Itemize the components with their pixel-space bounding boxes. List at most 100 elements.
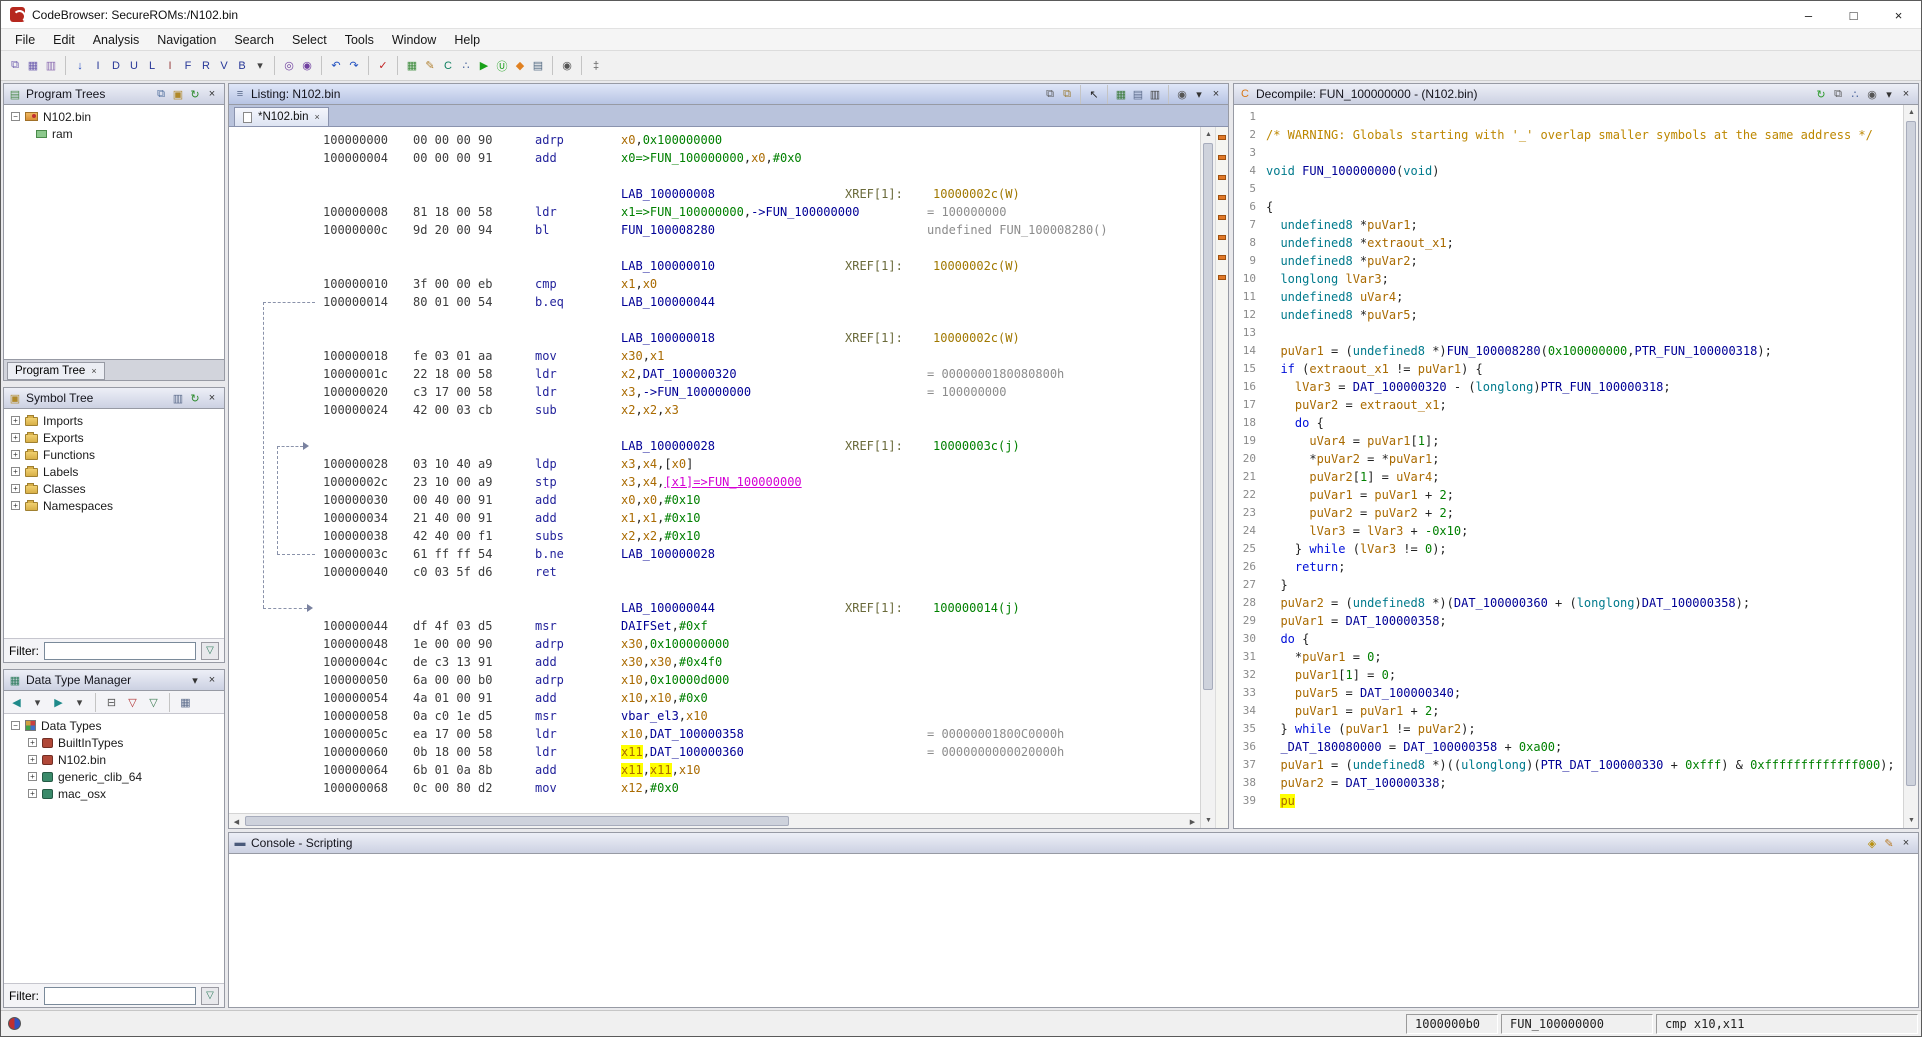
- close-icon[interactable]: ×: [91, 366, 96, 376]
- menu-tools[interactable]: Tools: [336, 30, 383, 50]
- filter-disabled-icon[interactable]: ▽: [123, 693, 142, 712]
- label-icon[interactable]: L: [144, 58, 160, 74]
- undo-icon[interactable]: ↶: [328, 58, 344, 74]
- dtm-item-generic_clib_64[interactable]: +generic_clib_64: [6, 768, 222, 785]
- decompile-line[interactable]: 35 } while (puVar1 != puVar2);: [1234, 720, 1903, 738]
- listing-line[interactable]: 10000004cde c3 13 91addx30,x30,#0x4f0: [229, 653, 1200, 671]
- decompile-line[interactable]: 3: [1234, 144, 1903, 162]
- decompile-line[interactable]: 28 puVar2 = (undefined8 *)(DAT_100000360…: [1234, 594, 1903, 612]
- tree-node-data-types[interactable]: − Data Types: [6, 717, 222, 734]
- scroll-up-button[interactable]: ▲: [1904, 105, 1919, 120]
- decompile-line[interactable]: 30 do {: [1234, 630, 1903, 648]
- decompile-line[interactable]: 14 puVar1 = (undefined8 *)FUN_100008280(…: [1234, 342, 1903, 360]
- printer-icon[interactable]: ▥: [1147, 86, 1163, 102]
- instruction-icon[interactable]: I: [90, 58, 106, 74]
- listing-header[interactable]: ≡ Listing: N102.bin ⧉⧉↖▦▤▥◉▾×: [229, 84, 1228, 105]
- scroll-left-button[interactable]: ◀: [229, 814, 244, 829]
- listing-line[interactable]: 100000020c3 17 00 58ldrx3,->FUN_10000000…: [229, 383, 1200, 401]
- scroll-down-button[interactable]: ▼: [1904, 813, 1919, 828]
- listing-line[interactable]: 1000000481e 00 00 90adrpx30,0x100000000: [229, 635, 1200, 653]
- go-to-icon[interactable]: ↓: [72, 58, 88, 74]
- listing-label-line[interactable]: LAB_100000028XREF[1]:10000003c(j): [229, 437, 1200, 455]
- symbol-tree-item-exports[interactable]: +Exports: [6, 429, 222, 446]
- listing-line[interactable]: 10000003421 40 00 91addx1,x1,#0x10: [229, 509, 1200, 527]
- menu-analysis[interactable]: Analysis: [84, 30, 149, 50]
- listing-line[interactable]: 10000003c61 ff ff 54b.neLAB_100000028: [229, 545, 1200, 563]
- decompile-line[interactable]: 16 lVar3 = DAT_100000320 - (longlong)PTR…: [1234, 378, 1903, 396]
- decompile-line[interactable]: 39 pu: [1234, 792, 1903, 810]
- change-marker[interactable]: [1218, 255, 1226, 260]
- dtm-item-builtintypes[interactable]: +BuiltInTypes: [6, 734, 222, 751]
- data-table-icon[interactable]: ▦: [404, 58, 420, 74]
- close-icon[interactable]: ×: [204, 672, 220, 688]
- decompile-line[interactable]: 36 _DAT_180080000 = DAT_100000358 + 0xa0…: [1234, 738, 1903, 756]
- dtm-filter-input[interactable]: [44, 987, 196, 1005]
- refresh-icon[interactable]: ↻: [1813, 86, 1829, 102]
- close-icon[interactable]: ×: [1208, 86, 1224, 102]
- collapse-icon[interactable]: −: [11, 112, 20, 121]
- dtm-item-n102.bin[interactable]: +N102.bin: [6, 751, 222, 768]
- listing-line[interactable]: 1000000544a 01 00 91addx10,x10,#0x0: [229, 689, 1200, 707]
- close-button[interactable]: ×: [1876, 1, 1921, 29]
- decompile-line[interactable]: 24 lVar3 = lVar3 + -0x10;: [1234, 522, 1903, 540]
- xref-address[interactable]: 10000002c(W): [933, 331, 1020, 345]
- filter-options-button[interactable]: ▽: [201, 642, 219, 660]
- menu-window[interactable]: Window: [383, 30, 445, 50]
- paste-icon[interactable]: ⧉: [1059, 86, 1075, 102]
- graph-icon[interactable]: ∴: [1847, 86, 1863, 102]
- decompile-line[interactable]: 21 puVar2[1] = uVar4;: [1234, 468, 1903, 486]
- plugin-icon[interactable]: ‡: [588, 58, 604, 74]
- decompile-line[interactable]: 27 }: [1234, 576, 1903, 594]
- listing-line[interactable]: 100000040c0 03 5f d6ret: [229, 563, 1200, 581]
- copy-icon[interactable]: ⧉: [1042, 86, 1058, 102]
- listing-view[interactable]: 10000000000 00 00 90adrpx0,0x10000000010…: [229, 127, 1200, 813]
- nav-back-dropdown-icon[interactable]: ▾: [28, 693, 47, 712]
- more-dropdown-icon[interactable]: ▾: [252, 58, 268, 74]
- listing-line[interactable]: 10000000881 18 00 58ldrx1=>FUN_100000000…: [229, 203, 1200, 221]
- field-format-icon[interactable]: ▤: [1130, 86, 1146, 102]
- program-tree-tab[interactable]: Program Tree ×: [7, 362, 105, 380]
- nav-back-icon[interactable]: ◀: [7, 693, 26, 712]
- byte-icon[interactable]: B: [234, 58, 250, 74]
- notes-icon[interactable]: ✎: [422, 58, 438, 74]
- connection-status-icon[interactable]: [8, 1017, 21, 1030]
- clear-console-icon[interactable]: ✎: [1881, 835, 1897, 851]
- nav-forward-dropdown-icon[interactable]: ▾: [70, 693, 89, 712]
- decompile-line[interactable]: 34 puVar1 = puVar1 + 2;: [1234, 702, 1903, 720]
- decompile-line[interactable]: 4void FUN_100000000(void): [1234, 162, 1903, 180]
- close-icon[interactable]: ×: [315, 112, 320, 122]
- data-icon[interactable]: D: [108, 58, 124, 74]
- copy-icon[interactable]: ⧉: [1830, 86, 1846, 102]
- change-marker[interactable]: [1218, 235, 1226, 240]
- zoom-in-icon[interactable]: ◉: [299, 58, 315, 74]
- redo-icon[interactable]: ↷: [346, 58, 362, 74]
- decompile-line[interactable]: 8 undefined8 *extraout_x1;: [1234, 234, 1903, 252]
- close-icon[interactable]: ×: [1898, 835, 1914, 851]
- nav-forward-icon[interactable]: ▶: [49, 693, 68, 712]
- listing-line[interactable]: 100000044df 4f 03 d5msrDAIFSet,#0xf: [229, 617, 1200, 635]
- listing-line[interactable]: 10000003000 40 00 91addx0,x0,#0x10: [229, 491, 1200, 509]
- dropdown-menu-icon[interactable]: ▾: [1881, 86, 1897, 102]
- scrollbar-thumb[interactable]: [1203, 143, 1213, 690]
- change-marker[interactable]: [1218, 155, 1226, 160]
- listing-line[interactable]: 10000001480 01 00 54b.eqLAB_100000044: [229, 293, 1200, 311]
- variable-icon[interactable]: V: [216, 58, 232, 74]
- undefine-icon[interactable]: U: [126, 58, 142, 74]
- data-type-manager-header[interactable]: ▦ Data Type Manager ▾×: [4, 670, 224, 691]
- menu-navigation[interactable]: Navigation: [148, 30, 225, 50]
- change-marker[interactable]: [1218, 275, 1226, 280]
- menu-edit[interactable]: Edit: [44, 30, 84, 50]
- listing-label-line[interactable]: LAB_100000008XREF[1]:10000002c(W): [229, 185, 1200, 203]
- close-icon[interactable]: ×: [204, 86, 220, 102]
- symbol-filter-input[interactable]: [44, 642, 196, 660]
- change-marker[interactable]: [1218, 215, 1226, 220]
- validate-icon[interactable]: ✓: [375, 58, 391, 74]
- refresh-icon[interactable]: ↻: [187, 390, 203, 406]
- listing-line[interactable]: 1000000680c 00 80 d2movx12,#0x0: [229, 779, 1200, 797]
- listing-tab[interactable]: *N102.bin ×: [234, 107, 329, 126]
- listing-line[interactable]: 10000002803 10 40 a9ldpx3,x4,[x0]: [229, 455, 1200, 473]
- console-output[interactable]: [229, 854, 1918, 1007]
- cursor-style-icon[interactable]: ↖: [1086, 86, 1102, 102]
- change-marker[interactable]: [1218, 175, 1226, 180]
- xref-address[interactable]: 10000002c(W): [933, 259, 1020, 273]
